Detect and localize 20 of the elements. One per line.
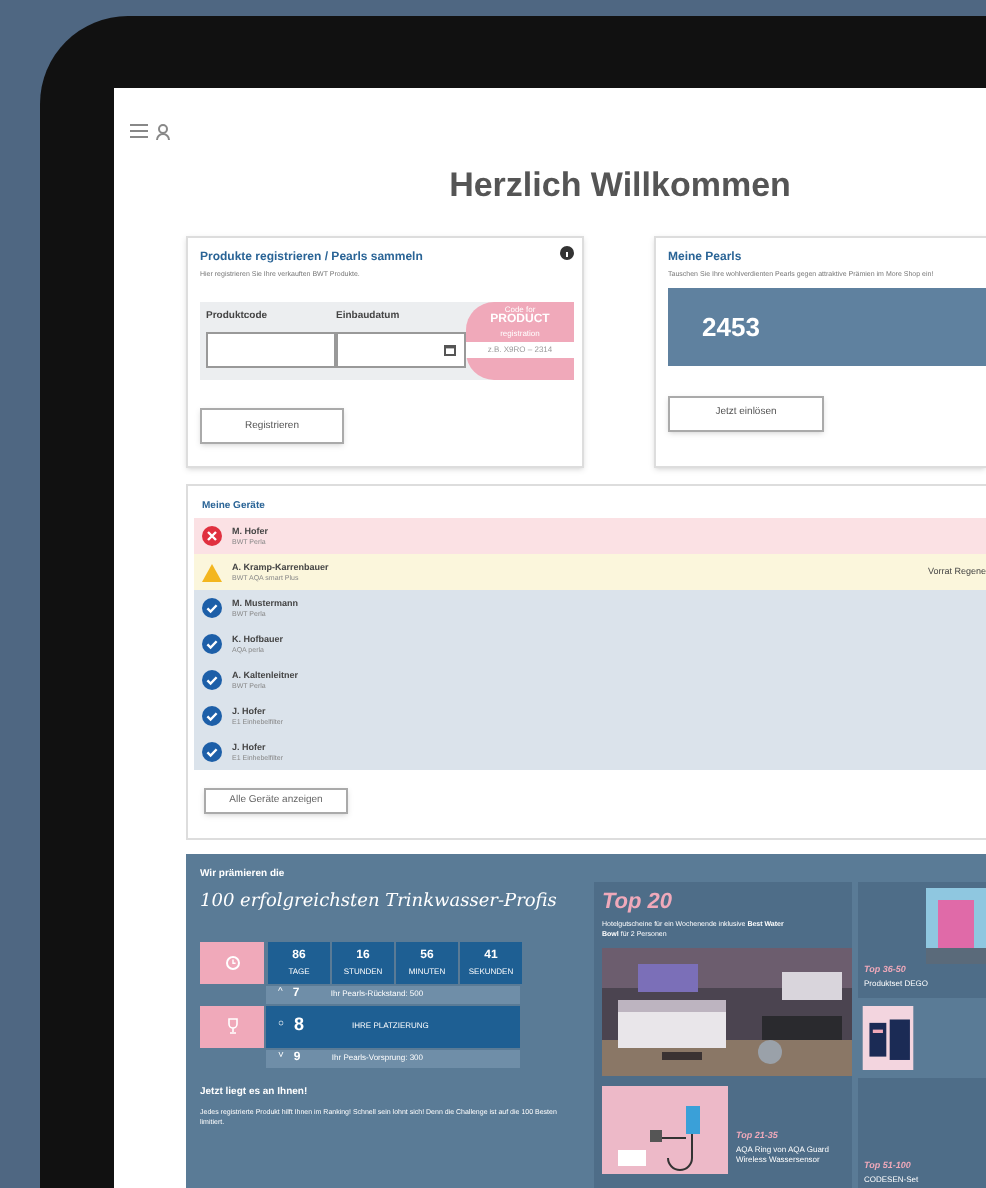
pearls-value: 2453 bbox=[702, 309, 760, 346]
clock-icon bbox=[225, 955, 239, 969]
info-icon[interactable] bbox=[560, 246, 574, 260]
prize-title: Top 20 bbox=[602, 888, 675, 918]
input-field[interactable] bbox=[206, 331, 336, 368]
error-icon bbox=[202, 526, 222, 546]
trophy-icon bbox=[225, 1018, 239, 1034]
rank-number: 8 bbox=[294, 1012, 307, 1039]
check-icon bbox=[202, 598, 222, 618]
warning-icon bbox=[202, 563, 222, 581]
check-icon bbox=[202, 634, 222, 654]
page-title: Herzlich Willkommen bbox=[447, 164, 793, 208]
check-icon bbox=[202, 742, 222, 762]
user-icon[interactable] bbox=[156, 124, 170, 140]
menu-icon[interactable] bbox=[130, 124, 148, 138]
check-icon bbox=[202, 670, 222, 690]
challenge-headline: 100 erfolgreichsten Trinkwasser-Profis bbox=[200, 889, 557, 913]
input-field[interactable] bbox=[336, 331, 466, 368]
calendar-icon[interactable] bbox=[444, 343, 456, 356]
check-icon bbox=[202, 706, 222, 726]
